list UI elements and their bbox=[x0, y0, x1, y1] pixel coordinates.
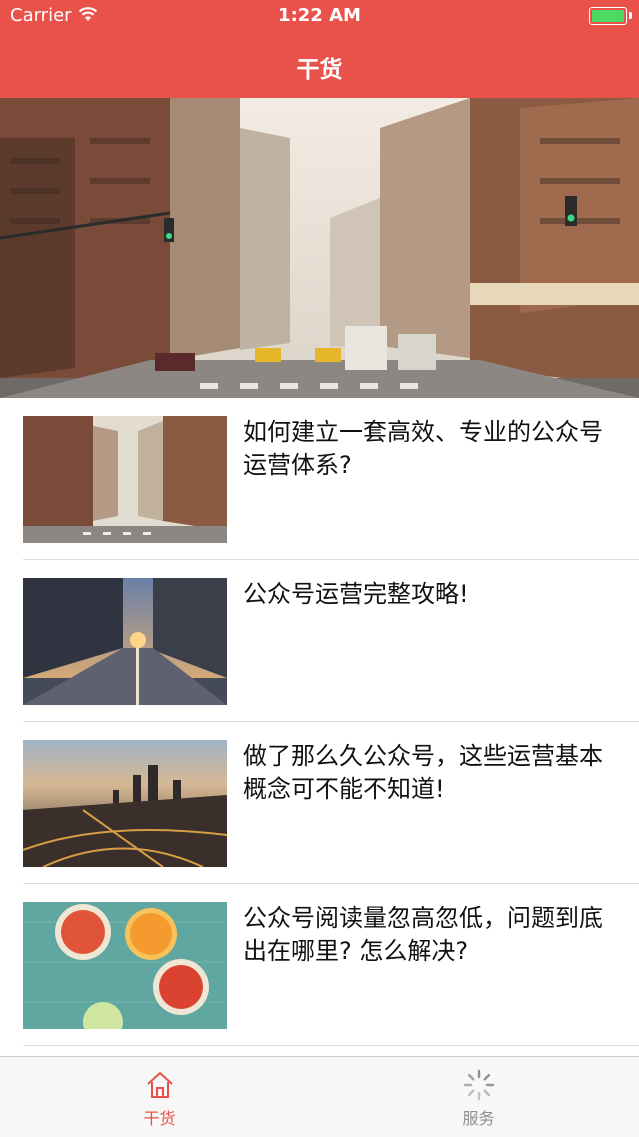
tab-fuwu[interactable]: 服务 bbox=[319, 1057, 638, 1137]
tab-bar: 干货 服务 bbox=[0, 1056, 639, 1137]
tab-label: 干货 bbox=[143, 1109, 176, 1128]
home-icon bbox=[144, 1069, 176, 1101]
tab-label: 服务 bbox=[462, 1109, 495, 1128]
page-title: 干货 bbox=[296, 57, 343, 83]
spinner-icon bbox=[463, 1069, 495, 1101]
article-list: 如何建立一套高效、专业的公众号运营体系? 公众号运营完整攻略! 做了那么久公众号… bbox=[0, 398, 639, 1046]
status-bar: Carrier 1:22 AM bbox=[0, 0, 639, 32]
article-title: 公众号阅读量忽高忽低，问题到底出在哪里? 怎么解决? bbox=[243, 904, 603, 965]
article-row[interactable]: 公众号阅读量忽高忽低，问题到底出在哪里? 怎么解决? bbox=[0, 884, 639, 1046]
article-row[interactable]: 做了那么久公众号，这些运营基本概念可不能不知道! bbox=[0, 722, 639, 884]
hero-banner-image[interactable] bbox=[0, 98, 639, 398]
battery-icon bbox=[589, 7, 627, 25]
article-thumbnail bbox=[23, 416, 227, 543]
article-thumbnail bbox=[23, 902, 227, 1029]
article-row[interactable]: 如何建立一套高效、专业的公众号运营体系? bbox=[0, 398, 639, 560]
top-bar: Carrier 1:22 AM 干货 bbox=[0, 0, 639, 98]
article-title: 如何建立一套高效、专业的公众号运营体系? bbox=[243, 418, 603, 479]
status-time: 1:22 AM bbox=[278, 5, 361, 26]
article-title: 做了那么久公众号，这些运营基本概念可不能不知道! bbox=[243, 742, 603, 803]
article-row[interactable]: 公众号运营完整攻略! bbox=[0, 560, 639, 722]
article-title: 公众号运营完整攻略! bbox=[243, 580, 469, 608]
article-thumbnail bbox=[23, 578, 227, 705]
tab-ganhuo[interactable]: 干货 bbox=[0, 1057, 319, 1137]
article-thumbnail bbox=[23, 740, 227, 867]
